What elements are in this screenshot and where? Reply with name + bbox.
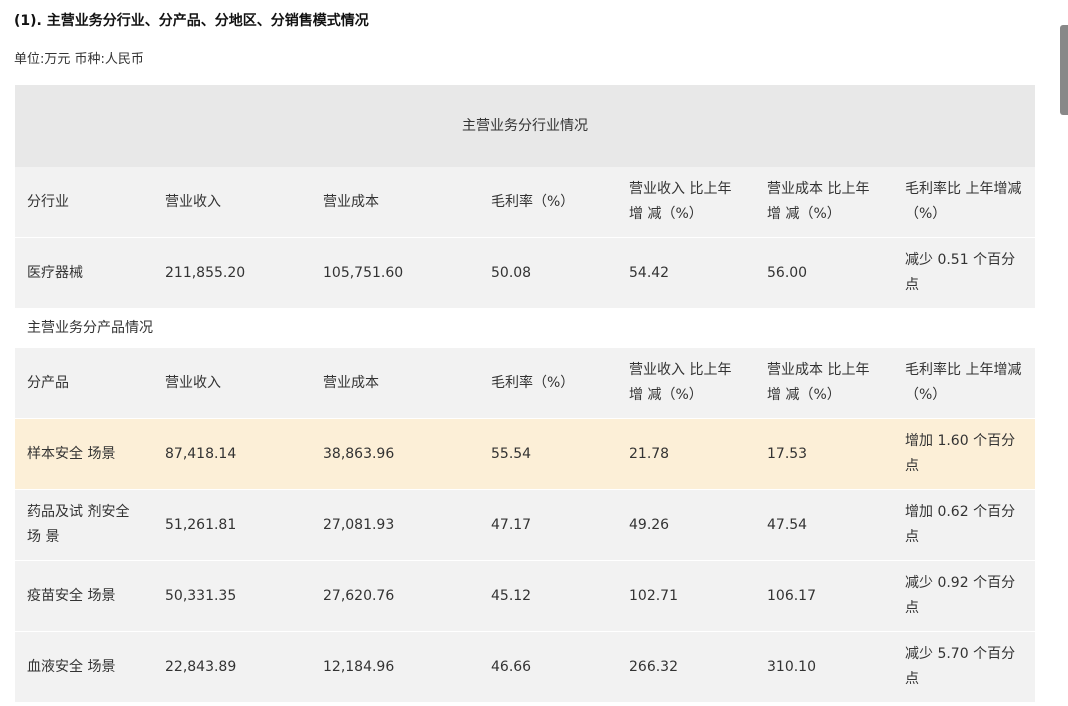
header-cell: 毛利率比 上年增减 （%） [893,167,1036,238]
industry-caption: 主营业务分行业情况 [15,85,1036,167]
header-cell: 毛利率（%） [479,167,617,238]
cell-cost-change: 17.53 [755,418,893,490]
table-row: 药品及试 剂安全场 景 51,261.81 27,081.93 47.17 49… [15,489,1036,561]
header-cell: 分产品 [15,348,153,419]
cell-cost: 27,081.93 [311,489,479,561]
cell-margin: 47.17 [479,489,617,561]
cell-cost-change: 310.10 [755,631,893,702]
table-row: 样本安全 场景 87,418.14 38,863.96 55.54 21.78 … [15,418,1036,490]
cell-name: 样本安全 场景 [15,418,153,490]
table-row: 医疗器械 211,855.20 105,751.60 50.08 54.42 5… [15,237,1036,308]
header-cell: 营业收入 [153,348,311,419]
header-cell: 分行业 [15,167,153,238]
cell-margin: 46.66 [479,631,617,702]
header-cell: 营业收入 [153,167,311,238]
cell-margin-change: 减少 0.51 个百分点 [893,237,1036,308]
cell-name: 血液安全 场景 [15,631,153,702]
header-cell: 营业成本 [311,167,479,238]
cell-revenue-change: 49.26 [617,489,755,561]
cell-cost: 12,184.96 [311,631,479,702]
cell-margin: 50.08 [479,237,617,308]
cell-revenue: 87,418.14 [153,418,311,490]
cell-margin-change: 增加 1.60 个百分点 [893,418,1036,490]
cell-cost: 105,751.60 [311,237,479,308]
header-cell: 毛利率（%） [479,348,617,419]
cell-cost-change: 47.54 [755,489,893,561]
header-cell: 营业收入 比上年增 减（%） [617,167,755,238]
header-cell: 毛利率比 上年增减 （%） [893,348,1036,419]
cell-revenue: 22,843.89 [153,631,311,702]
cell-cost-change: 106.17 [755,560,893,632]
page-title: (1). 主营业务分行业、分产品、分地区、分销售模式情况 [14,13,369,29]
cell-revenue: 211,855.20 [153,237,311,308]
cell-revenue-change: 54.42 [617,237,755,308]
cell-cost-change: 56.00 [755,237,893,308]
scrollbar-thumb[interactable] [1060,25,1068,115]
main-business-table: 主营业务分行业情况 分行业 营业收入 营业成本 毛利率（%） 营业收入 比上年增… [15,85,1036,702]
cell-margin: 45.12 [479,560,617,632]
header-cell: 营业成本 比上年增 减（%） [755,348,893,419]
unit-label: 单位:万元 币种:人民币 [14,52,144,67]
table-row: 疫苗安全 场景 50,331.35 27,620.76 45.12 102.71… [15,560,1036,632]
header-cell: 营业收入 比上年增 减（%） [617,348,755,419]
cell-name: 药品及试 剂安全场 景 [15,489,153,561]
industry-header-row: 分行业 营业收入 营业成本 毛利率（%） 营业收入 比上年增 减（%） 营业成本… [15,167,1036,238]
cell-revenue-change: 102.71 [617,560,755,632]
cell-revenue: 51,261.81 [153,489,311,561]
cell-revenue-change: 21.78 [617,418,755,490]
cell-margin-change: 减少 0.92 个百分点 [893,560,1036,632]
cell-name: 疫苗安全 场景 [15,560,153,632]
cell-margin-change: 减少 5.70 个百分点 [893,631,1036,702]
cell-name: 医疗器械 [15,237,153,308]
cell-revenue-change: 266.32 [617,631,755,702]
cell-cost: 27,620.76 [311,560,479,632]
header-cell: 营业成本 比上年增 减（%） [755,167,893,238]
table-row: 血液安全 场景 22,843.89 12,184.96 46.66 266.32… [15,631,1036,702]
header-cell: 营业成本 [311,348,479,419]
cell-margin-change: 增加 0.62 个百分点 [893,489,1036,561]
cell-cost: 38,863.96 [311,418,479,490]
product-caption: 主营业务分产品情况 [15,308,1036,348]
cell-revenue: 50,331.35 [153,560,311,632]
product-section-row: 主营业务分产品情况 [15,308,1036,348]
cell-margin: 55.54 [479,418,617,490]
table-caption-row: 主营业务分行业情况 [15,85,1036,167]
product-header-row: 分产品 营业收入 营业成本 毛利率（%） 营业收入 比上年增 减（%） 营业成本… [15,348,1036,419]
